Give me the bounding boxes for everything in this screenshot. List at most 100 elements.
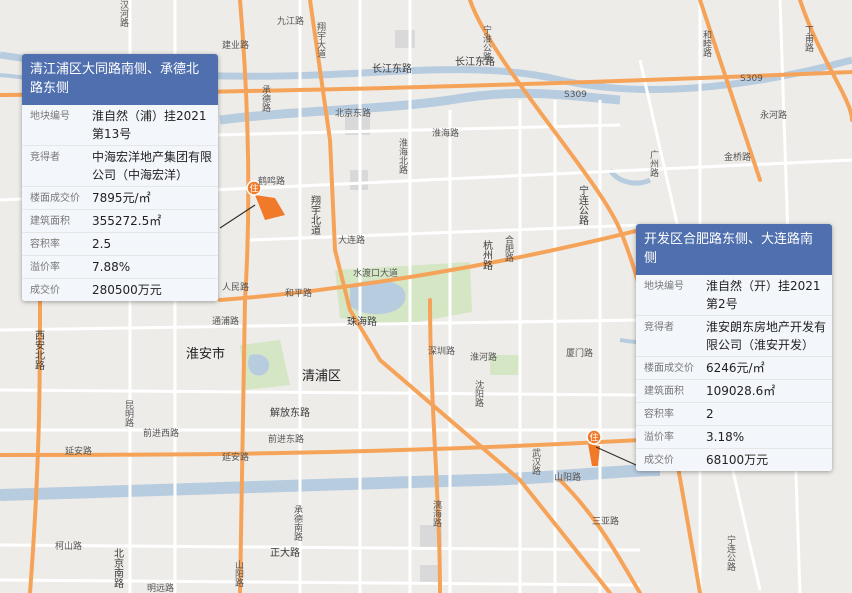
road-label: 宁淮公路 bbox=[481, 24, 492, 62]
road-label: 山阳路 bbox=[233, 560, 244, 588]
district-label-qingpu: 清浦区 bbox=[302, 369, 341, 384]
row-key: 楼面成交价 bbox=[644, 363, 694, 374]
road-label: 大连路 bbox=[338, 234, 365, 246]
road-label: 北京东路 bbox=[335, 107, 371, 119]
card-title: 清江浦区大同路南侧、承德北路东侧 bbox=[22, 54, 218, 105]
row-value: 2 bbox=[706, 407, 714, 421]
row-key: 容积率 bbox=[644, 409, 674, 420]
row-value: 6246元/㎡ bbox=[706, 361, 765, 375]
card-row-plot-ratio: 容积率 2.5 bbox=[22, 233, 218, 256]
road-label: 宁连公路 bbox=[725, 534, 736, 572]
row-value: 109028.6㎡ bbox=[706, 384, 776, 398]
row-key: 建筑面积 bbox=[644, 386, 684, 397]
road-label: 承德路 bbox=[260, 85, 271, 113]
road-label: 山阳路 bbox=[554, 471, 581, 483]
row-key: 建筑面积 bbox=[30, 216, 70, 227]
row-key: 地块编号 bbox=[644, 281, 684, 292]
road-label: 武汉路 bbox=[530, 447, 541, 476]
road-label: 通浦路 bbox=[212, 315, 239, 327]
land-info-card-qingjiangpu[interactable]: 清江浦区大同路南侧、承德北路东侧 地块编号 淮自然（浦）挂2021第13号 竞得者… bbox=[22, 54, 218, 301]
road-label: 丁甫路 bbox=[803, 25, 814, 53]
card-row-building-area: 建筑面积 355272.5㎡ bbox=[22, 210, 218, 233]
road-label: 明远路 bbox=[147, 582, 174, 593]
road-label: S309 bbox=[740, 74, 763, 84]
road-label: 昆明路 bbox=[123, 400, 134, 428]
card-row-premium-rate: 溢价率 7.88% bbox=[22, 256, 218, 279]
row-key: 容积率 bbox=[30, 239, 60, 250]
road-label: 金桥路 bbox=[724, 151, 751, 163]
road-label: 漓海路 bbox=[431, 499, 442, 528]
marker-label: 住 bbox=[589, 432, 598, 444]
row-value: 3.18% bbox=[706, 430, 745, 444]
road-label: 三亚路 bbox=[592, 515, 619, 527]
road-label: 深圳路 bbox=[428, 345, 455, 357]
district-label-huaian: 淮安市 bbox=[186, 346, 225, 362]
road-label: 沈阳路 bbox=[473, 379, 484, 408]
road-label: 柯山路 bbox=[55, 540, 82, 552]
row-value: 355272.5㎡ bbox=[92, 214, 162, 228]
road-label: 解放东路 bbox=[270, 406, 310, 419]
card-row-winner: 竞得者 中海宏洋地产集团有限公司（中海宏洋） bbox=[22, 146, 218, 187]
road-label: 延安路 bbox=[65, 445, 92, 457]
card-row-floor-price: 楼面成交价 6246元/㎡ bbox=[636, 357, 832, 380]
card-row-floor-price: 楼面成交价 7895元/㎡ bbox=[22, 187, 218, 210]
row-value: 280500万元 bbox=[92, 283, 162, 297]
card-row-building-area: 建筑面积 109028.6㎡ bbox=[636, 380, 832, 403]
row-value: 中海宏洋地产集团有限公司（中海宏洋） bbox=[92, 150, 213, 182]
row-value: 淮自然（浦）挂2021第13号 bbox=[92, 109, 207, 141]
row-key: 竞得者 bbox=[30, 152, 60, 163]
card-row-deal-price: 成交价 68100万元 bbox=[636, 449, 832, 471]
road-label: 水渡口大道 bbox=[353, 267, 398, 279]
road-label: S309 bbox=[564, 90, 587, 100]
card-title: 开发区合肥路东侧、大连路南侧 bbox=[636, 224, 832, 275]
row-value: 淮自然（开）挂2021第2号 bbox=[706, 279, 821, 311]
road-label: 鹤鸣路 bbox=[258, 175, 285, 187]
road-label: 前进东路 bbox=[268, 433, 304, 445]
road-label: 西安北路 bbox=[33, 330, 45, 371]
row-key: 地块编号 bbox=[30, 111, 70, 122]
row-value: 淮安朗东房地产开发有限公司（淮安开发） bbox=[706, 320, 827, 352]
road-label: 承德南路 bbox=[292, 505, 303, 542]
road-label: 合肥路 bbox=[503, 234, 514, 263]
road-label: 正大路 bbox=[270, 546, 300, 559]
card-body: 地块编号 淮自然（开）挂2021第2号 竞得者 淮安朗东房地产开发有限公司（淮安开发… bbox=[636, 275, 832, 471]
card-row-parcel-id: 地块编号 淮自然（开）挂2021第2号 bbox=[636, 275, 832, 316]
card-row-premium-rate: 溢价率 3.18% bbox=[636, 426, 832, 449]
road-label: 珠海路 bbox=[347, 315, 377, 328]
road-label: 和平路 bbox=[285, 287, 312, 299]
card-row-winner: 竞得者 淮安朗东房地产开发有限公司（淮安开发） bbox=[636, 316, 832, 357]
road-label: 九江路 bbox=[277, 15, 304, 27]
row-value: 2.5 bbox=[92, 237, 112, 251]
card-row-plot-ratio: 容积率 2 bbox=[636, 403, 832, 426]
road-label: 翔宇大道 bbox=[315, 21, 326, 59]
road-label: 永河路 bbox=[760, 109, 787, 121]
land-info-card-kaifaqu[interactable]: 开发区合肥路东侧、大连路南侧 地块编号 淮自然（开）挂2021第2号 竞得者 淮安朗… bbox=[636, 224, 832, 471]
road-label: 淮海北路 bbox=[397, 138, 408, 175]
road-label: 汉河路 bbox=[118, 0, 129, 28]
road-label: 长江东路 bbox=[372, 62, 412, 75]
road-label: 延安路 bbox=[222, 451, 249, 463]
card-row-parcel-id: 地块编号 淮自然（浦）挂2021第13号 bbox=[22, 105, 218, 146]
road-label: 和睦路 bbox=[701, 30, 712, 58]
road-label: 厦门路 bbox=[566, 347, 593, 359]
road-label: 宁连公路 bbox=[577, 184, 589, 226]
row-key: 成交价 bbox=[644, 455, 674, 466]
row-value: 7895元/㎡ bbox=[92, 191, 151, 205]
card-body: 地块编号 淮自然（浦）挂2021第13号 竞得者 中海宏洋地产集团有限公司（中海宏洋… bbox=[22, 105, 218, 301]
row-key: 成交价 bbox=[30, 285, 60, 296]
row-value: 68100万元 bbox=[706, 453, 769, 467]
card-row-deal-price: 成交价 280500万元 bbox=[22, 279, 218, 301]
road-label: 人民路 bbox=[222, 281, 249, 293]
row-key: 溢价率 bbox=[644, 432, 674, 443]
row-key: 楼面成交价 bbox=[30, 193, 80, 204]
road-label: 淮河路 bbox=[470, 351, 497, 363]
road-label: 广州路 bbox=[648, 149, 659, 178]
row-key: 竞得者 bbox=[644, 322, 674, 333]
road-label: 建业路 bbox=[222, 39, 249, 51]
road-label: 翔宇北道 bbox=[309, 194, 321, 235]
property-marker-2[interactable]: 住 bbox=[586, 429, 602, 445]
road-label: 前进西路 bbox=[143, 427, 179, 439]
road-label: 杭州路 bbox=[481, 239, 493, 271]
row-value: 7.88% bbox=[92, 260, 131, 274]
road-label: 淮海路 bbox=[432, 127, 459, 139]
